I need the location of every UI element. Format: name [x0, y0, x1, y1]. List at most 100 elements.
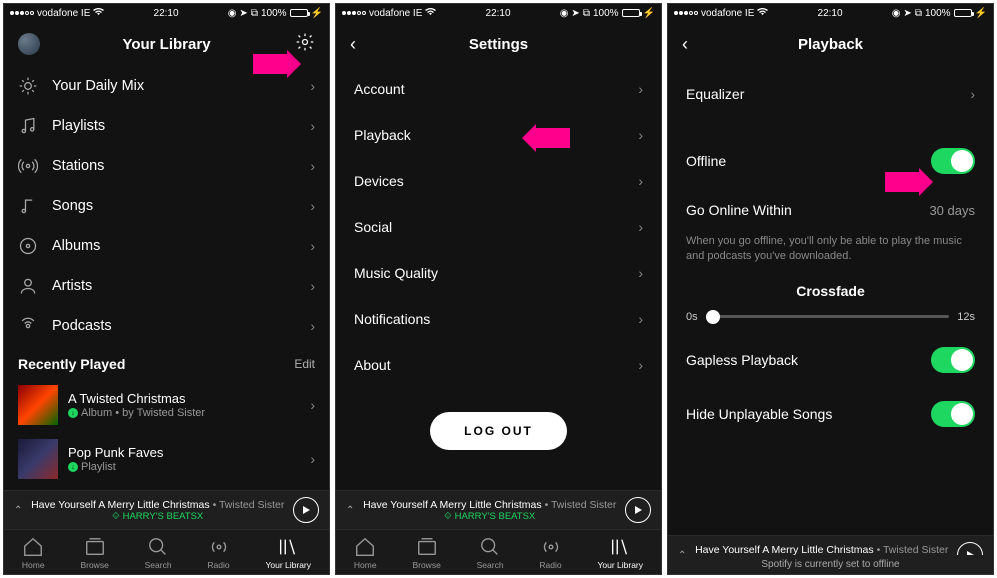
gapless-toggle[interactable] — [931, 347, 975, 373]
location-icon: ◉ — [892, 8, 901, 19]
tab-label: Browse — [80, 560, 108, 570]
tab-search[interactable]: Search — [145, 536, 172, 570]
logout-button[interactable]: LOG OUT — [430, 412, 567, 450]
wifi-icon — [757, 8, 768, 19]
settings-label: Devices — [354, 173, 404, 189]
settings-item-about[interactable]: About› — [336, 342, 661, 388]
now-playing-bar[interactable]: ⌃ Have Yourself A Merry Little Christmas… — [336, 490, 661, 529]
equalizer-row[interactable]: Equalizer › — [668, 72, 993, 116]
library-item-artists[interactable]: Artists › — [4, 266, 329, 306]
tab-bar: Home Browse Search Radio Your Library — [336, 529, 661, 574]
playback-content: Equalizer › Offline Go Online Within 30 … — [668, 66, 993, 535]
page-title: Settings — [469, 36, 528, 53]
library-item-songs[interactable]: Songs › — [4, 186, 329, 226]
songs-icon — [18, 196, 38, 216]
library-item-label: Stations — [52, 158, 104, 174]
chevron-right-icon: › — [310, 318, 315, 334]
bt-icon: ⧉ — [251, 8, 258, 19]
tab-search[interactable]: Search — [477, 536, 504, 570]
tab-label: Search — [145, 560, 172, 570]
settings-item-social[interactable]: Social› — [336, 204, 661, 250]
battery-icon — [954, 9, 972, 17]
settings-content: Account› Playback› Devices› Social› Musi… — [336, 66, 661, 490]
status-bar: vodafone IE 22:10 ◉ ➤ ⧉ 100% ⚡ — [668, 4, 993, 22]
library-item-playlists[interactable]: Playlists › — [4, 106, 329, 146]
play-button[interactable] — [293, 497, 319, 523]
library-item-label: Albums — [52, 238, 100, 254]
tab-home[interactable]: Home — [22, 536, 45, 570]
recently-played-item[interactable]: A Twisted Christmas ↓Album • by Twisted … — [4, 378, 329, 432]
artists-icon — [18, 276, 38, 296]
library-content: Your Daily Mix › Playlists › Stations › … — [4, 66, 329, 490]
rp-title: Pop Punk Faves — [68, 445, 300, 460]
chevron-up-icon[interactable]: ⌃ — [14, 505, 22, 516]
crossfade-min: 0s — [686, 311, 698, 323]
album-art — [18, 385, 58, 425]
chevron-right-icon: › — [310, 451, 315, 467]
settings-item-devices[interactable]: Devices › — [336, 158, 661, 204]
page-title: Playback — [798, 36, 863, 53]
tab-radio[interactable]: Radio — [207, 536, 229, 570]
settings-label: Account — [354, 81, 405, 97]
clock: 22:10 — [818, 8, 843, 19]
offline-toggle[interactable] — [931, 148, 975, 174]
bluetooth-icon: ⟐ — [444, 511, 452, 522]
stations-icon — [18, 156, 38, 176]
tab-home[interactable]: Home — [354, 536, 377, 570]
settings-item-music-quality[interactable]: Music Quality› — [336, 250, 661, 296]
rp-subtitle: Playlist — [81, 461, 116, 473]
settings-item-notifications[interactable]: Notifications› — [336, 296, 661, 342]
chevron-up-icon[interactable]: ⌃ — [346, 505, 354, 516]
albums-icon — [18, 236, 38, 256]
tab-radio[interactable]: Radio — [539, 536, 561, 570]
tab-library[interactable]: Your Library — [597, 536, 643, 570]
library-header: Your Library — [4, 22, 329, 66]
np-track: Have Yourself A Merry Little Christmas — [363, 499, 542, 511]
np-device: HARRY'S BEATSX — [455, 511, 536, 522]
play-button[interactable] — [625, 497, 651, 523]
playback-header: ‹ Playback — [668, 22, 993, 66]
tab-browse[interactable]: Browse — [80, 536, 108, 570]
tab-browse[interactable]: Browse — [412, 536, 440, 570]
avatar[interactable] — [18, 33, 40, 55]
offline-banner: Spotify is currently set to offline — [668, 555, 993, 574]
chevron-right-icon: › — [638, 265, 643, 281]
tab-library[interactable]: Your Library — [265, 536, 311, 570]
np-track: Have Yourself A Merry Little Christmas — [31, 499, 210, 511]
nav-icon: ➤ — [903, 8, 911, 19]
playback-screen: vodafone IE 22:10 ◉ ➤ ⧉ 100% ⚡ ‹ Playbac… — [667, 3, 994, 575]
library-item-stations[interactable]: Stations › — [4, 146, 329, 186]
crossfade-slider[interactable] — [706, 315, 950, 318]
chevron-right-icon: › — [970, 86, 975, 102]
tab-label: Browse — [412, 560, 440, 570]
np-device: HARRY'S BEATSX — [123, 511, 204, 522]
tab-label: Radio — [207, 560, 229, 570]
wifi-icon — [425, 8, 436, 19]
library-item-label: Your Daily Mix — [52, 78, 144, 94]
library-item-albums[interactable]: Albums › — [4, 226, 329, 266]
chevron-right-icon: › — [310, 397, 315, 413]
np-artist: Twisted Sister — [883, 544, 948, 556]
recently-played-item[interactable]: Pop Punk Faves ↓Playlist › — [4, 432, 329, 486]
chevron-right-icon: › — [638, 173, 643, 189]
clock: 22:10 — [486, 8, 511, 19]
location-icon: ◉ — [228, 8, 237, 19]
carrier-label: vodafone IE — [369, 8, 422, 19]
library-item-podcasts[interactable]: Podcasts › — [4, 306, 329, 346]
battery-icon — [290, 9, 308, 17]
clock: 22:10 — [154, 8, 179, 19]
settings-item-playback[interactable]: Playback› — [336, 112, 661, 158]
downloaded-icon: ↓ — [68, 408, 78, 418]
library-item-label: Artists — [52, 278, 92, 294]
back-button[interactable]: ‹ — [350, 34, 356, 55]
back-button[interactable]: ‹ — [682, 34, 688, 55]
offline-label: Offline — [686, 153, 726, 169]
hide-unplayable-toggle[interactable] — [931, 401, 975, 427]
chevron-right-icon: › — [310, 238, 315, 254]
chevron-right-icon: › — [310, 78, 315, 94]
carrier-label: vodafone IE — [701, 8, 754, 19]
tab-label: Home — [22, 560, 45, 570]
settings-item-account[interactable]: Account› — [336, 66, 661, 112]
edit-button[interactable]: Edit — [294, 357, 315, 371]
now-playing-bar[interactable]: ⌃ Have Yourself A Merry Little Christmas… — [4, 490, 329, 529]
